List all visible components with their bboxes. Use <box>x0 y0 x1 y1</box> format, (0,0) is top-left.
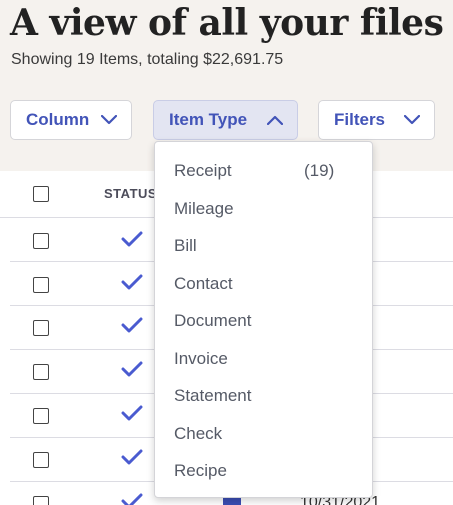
page-title: A view of all your files <box>10 2 444 44</box>
row-checkbox[interactable] <box>33 408 49 424</box>
chevron-up-icon <box>267 115 283 125</box>
page: A view of all your files Showing 19 Item… <box>0 0 453 505</box>
checkmark-icon <box>121 231 143 247</box>
checkmark-icon <box>121 361 143 377</box>
menu-item-check[interactable]: Check <box>174 422 364 446</box>
menu-item-mileage[interactable]: Mileage <box>174 197 364 221</box>
menu-item-recipe[interactable]: Recipe <box>174 459 364 483</box>
row-checkbox[interactable] <box>33 320 49 336</box>
row-checkbox[interactable] <box>33 233 49 249</box>
row-checkbox[interactable] <box>33 452 49 468</box>
items-summary: Showing 19 Items, totaling $22,691.75 <box>11 51 284 68</box>
column-dropdown-label: Column <box>26 110 90 129</box>
column-header-status[interactable]: STATUS <box>104 186 157 201</box>
chevron-down-icon <box>404 115 420 125</box>
select-all-checkbox[interactable] <box>33 186 49 202</box>
checkmark-icon <box>121 274 143 290</box>
filters-dropdown-label: Filters <box>334 110 386 129</box>
checkmark-icon <box>121 317 143 333</box>
row-checkbox[interactable] <box>33 277 49 293</box>
menu-item-label: Receipt <box>174 161 232 180</box>
menu-item-statement[interactable]: Statement <box>174 384 364 408</box>
checkmark-icon <box>121 405 143 421</box>
row-checkbox[interactable] <box>33 364 49 380</box>
chevron-down-icon <box>101 115 117 125</box>
checkmark-icon <box>121 493 143 505</box>
row-checkbox[interactable] <box>33 496 49 505</box>
menu-item-receipt[interactable]: Receipt (19) <box>174 159 364 183</box>
item-type-dropdown[interactable]: Item Type <box>153 100 298 140</box>
checkmark-icon <box>121 449 143 465</box>
menu-item-contact[interactable]: Contact <box>174 272 364 296</box>
menu-item-count: (19) <box>304 161 335 180</box>
item-type-menu: Receipt (19) Mileage Bill Contact Docume… <box>154 141 373 498</box>
column-dropdown[interactable]: Column <box>10 100 132 140</box>
filters-dropdown[interactable]: Filters <box>318 100 435 140</box>
menu-item-bill[interactable]: Bill <box>174 234 364 258</box>
menu-item-document[interactable]: Document <box>174 309 364 333</box>
menu-item-invoice[interactable]: Invoice <box>174 347 364 371</box>
item-type-dropdown-label: Item Type <box>169 110 248 129</box>
